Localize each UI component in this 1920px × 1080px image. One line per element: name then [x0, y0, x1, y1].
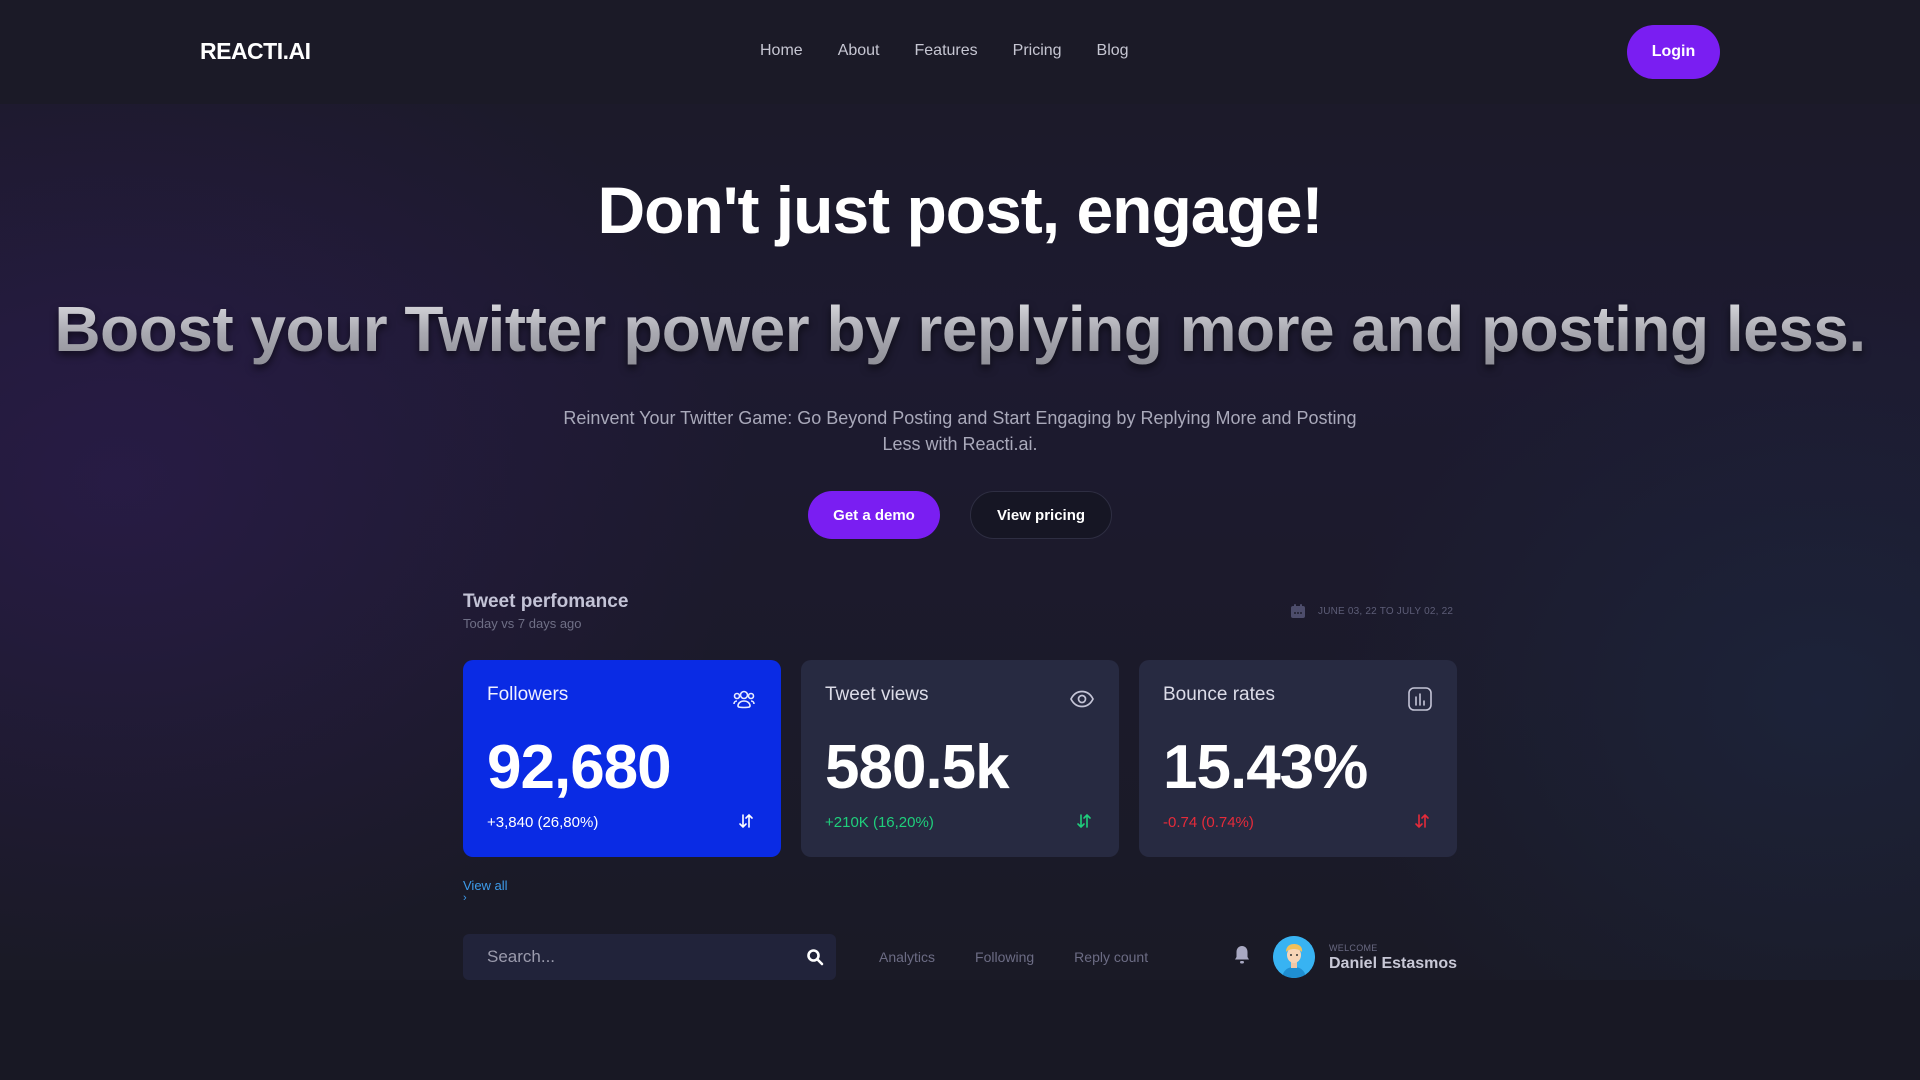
performance-title: Tweet perfomance [463, 591, 629, 612]
dashboard-tabs: Analytics Following Reply count [879, 949, 1188, 965]
sort-arrows-icon [739, 813, 753, 829]
nav-about[interactable]: About [838, 42, 880, 60]
date-range-picker[interactable]: JUNE 03, 22 TO JULY 02, 22 [1290, 603, 1453, 619]
tab-reply-count[interactable]: Reply count [1074, 949, 1148, 965]
date-range-text: JUNE 03, 22 TO JULY 02, 22 [1318, 605, 1454, 617]
bell-icon[interactable] [1233, 945, 1251, 965]
stat-card-value: 92,680 [487, 733, 672, 802]
eye-icon [1070, 690, 1094, 708]
chevron-right-icon: › [463, 892, 467, 904]
stat-card-delta: +210K (16,20%) [825, 814, 934, 831]
stat-card-value: 15.43% [1163, 733, 1368, 802]
bar-chart-icon [1408, 687, 1432, 711]
stat-card-followers[interactable]: Followers 92,680 +3,840 (26,80%) [463, 660, 781, 857]
hero-subtitle: Boost your Twitter power by replying mor… [0, 292, 1920, 366]
avatar[interactable] [1273, 936, 1315, 978]
nav-features[interactable]: Features [915, 42, 978, 60]
performance-subtitle: Today vs 7 days ago [463, 616, 582, 631]
stat-card-label: Tweet views [825, 684, 929, 705]
stat-card-label: Bounce rates [1163, 684, 1275, 705]
nav-pricing[interactable]: Pricing [1013, 42, 1062, 60]
user-avatar-icon [1273, 936, 1315, 978]
view-pricing-button[interactable]: View pricing [970, 491, 1112, 539]
welcome-label: WELCOME [1329, 943, 1378, 953]
hero-title: Don't just post, engage! [597, 173, 1323, 247]
search-icon[interactable] [806, 948, 824, 966]
main-nav: Home About Features Pricing Blog [760, 42, 1164, 60]
user-name[interactable]: Daniel Estasmos [1329, 955, 1457, 973]
stat-card-value: 580.5k [825, 733, 1010, 802]
get-demo-button[interactable]: Get a demo [808, 491, 940, 539]
view-all-link[interactable]: View all [463, 878, 508, 893]
search-input[interactable] [487, 934, 787, 980]
sort-arrows-icon [1077, 813, 1091, 829]
tab-analytics[interactable]: Analytics [879, 949, 935, 965]
stat-card-bounce-rates[interactable]: Bounce rates 15.43% -0.74 (0.74%) [1139, 660, 1457, 857]
logo[interactable]: REACTI.AI [200, 38, 311, 65]
nav-home[interactable]: Home [760, 42, 803, 60]
stat-card-tweet-views[interactable]: Tweet views 580.5k +210K (16,20%) [801, 660, 1119, 857]
stat-card-delta: -0.74 (0.74%) [1163, 814, 1254, 831]
stat-card-delta: +3,840 (26,80%) [487, 814, 599, 831]
calendar-icon [1291, 604, 1305, 618]
nav-blog[interactable]: Blog [1097, 42, 1129, 60]
tab-following[interactable]: Following [975, 949, 1034, 965]
users-icon [733, 690, 755, 709]
login-button[interactable]: Login [1627, 25, 1720, 79]
stat-card-label: Followers [487, 684, 569, 705]
sort-arrows-icon [1415, 813, 1429, 829]
search-box [463, 934, 836, 980]
hero-lead: Reinvent Your Twitter Game: Go Beyond Po… [563, 408, 1357, 454]
